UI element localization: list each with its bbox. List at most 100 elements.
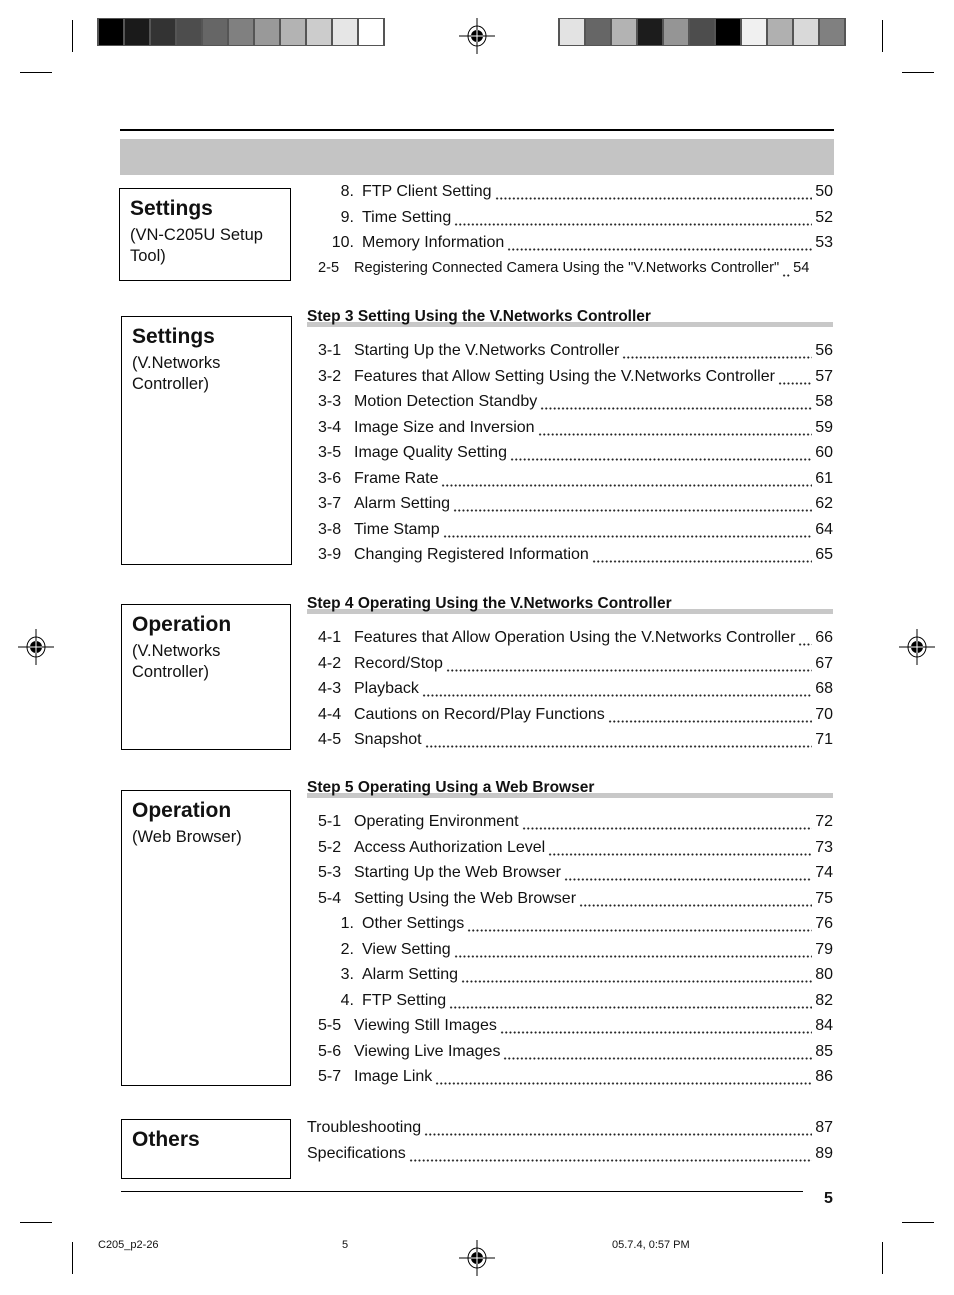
entry-page: 68 [815, 680, 833, 697]
dot-leader [461, 980, 813, 983]
toc-entry[interactable]: 4-5 Snapshot 71 [307, 731, 833, 753]
color-swatch [768, 19, 792, 45]
toc-entry[interactable]: 3-2 Features that Allow Setting Using the… [307, 368, 833, 390]
crop-mark [20, 1222, 52, 1223]
entry-number: 3-5 [318, 444, 342, 461]
entry-title: Specifications [307, 1144, 406, 1162]
toc-entry[interactable]: 3. Alarm Setting 80 [307, 966, 833, 988]
toc-entry[interactable]: 3-4 Image Size and Inversion 59 [307, 419, 833, 441]
entry-page: 84 [815, 1017, 833, 1034]
toc-entry[interactable]: 3-6 Frame Rate 61 [307, 470, 833, 492]
dot-leader [548, 852, 813, 856]
toc-entry[interactable]: 5-6 Viewing Live Images 85 [307, 1043, 833, 1065]
entry-number: 10. [331, 234, 354, 251]
toc-entry[interactable]: 1. Other Settings 76 [307, 915, 833, 937]
toc-entry[interactable]: 8. FTP Client Setting 50 [307, 183, 833, 205]
dot-leader [540, 407, 813, 410]
entry-page: 65 [815, 546, 833, 563]
crop-mark [72, 1242, 73, 1274]
category-subtitle: (V.Networks Controller) [132, 642, 221, 681]
registration-mark-icon [899, 629, 935, 665]
dot-leader [622, 356, 813, 359]
color-swatch [690, 19, 714, 45]
toc-entry[interactable]: 9. Time Setting 52 [307, 209, 833, 231]
category-subtitle: (Web Browser) [132, 828, 242, 846]
dot-leader [579, 903, 813, 907]
crop-mark [882, 1242, 883, 1274]
category-title: Settings [132, 325, 215, 348]
print-page: 5 [342, 1239, 349, 1251]
entry-number: 3-7 [318, 495, 342, 512]
toc-entry[interactable]: 3-1 Starting Up the V.Networks Controller… [307, 342, 833, 364]
toc-entry[interactable]: 3-3 Motion Detection Standby 58 [307, 393, 833, 415]
entry-number: 4-5 [318, 731, 342, 748]
dot-leader [563, 878, 813, 881]
footer-rule [121, 1191, 803, 1192]
dot-leader [435, 1082, 813, 1085]
entry-page: 62 [815, 495, 833, 512]
toc-entry[interactable]: 3-8 Time Stamp 64 [307, 521, 833, 543]
toc-entry[interactable]: 3-9 Changing Registered Information 65 [307, 546, 833, 568]
color-swatch [307, 19, 331, 45]
category-subtitle: (V.Networks Controller) [132, 354, 221, 393]
toc-entry[interactable]: 3-7 Alarm Setting 62 [307, 495, 833, 517]
entry-title: FTP Client Setting [362, 183, 492, 200]
step-heading: Step 3 Setting Using the V.Networks Cont… [307, 308, 833, 334]
entry-number: 5-4 [318, 889, 342, 907]
print-timestamp: 05.7.4, 0:57 PM [612, 1239, 690, 1251]
toc-entry[interactable]: 5-5 Viewing Still Images 84 [307, 1017, 833, 1039]
toc-entry[interactable]: 4-4 Cautions on Record/Play Functions 70 [307, 706, 833, 728]
dot-leader [408, 1158, 813, 1162]
toc-entry[interactable]: 10. Memory Information 53 [307, 234, 833, 256]
entry-title: Viewing Still Images [354, 1017, 497, 1034]
dot-leader [449, 1005, 813, 1009]
dot-leader [591, 560, 813, 563]
dot-leader [507, 248, 813, 251]
toc-entry[interactable]: 5-7 Image Link 86 [307, 1068, 833, 1090]
category-title: Settings [130, 197, 213, 220]
toc-entry[interactable]: 5-3 Starting Up the Web Browser 74 [307, 864, 833, 886]
category-box-operation-controller: Operation (V.Networks Controller) [121, 604, 291, 750]
category-title: Operation [132, 613, 232, 636]
entry-page: 67 [815, 654, 833, 672]
dot-leader [421, 694, 813, 697]
entry-title: Frame Rate [354, 469, 439, 487]
entry-page: 89 [815, 1144, 833, 1162]
toc-entry[interactable]: 4-3 Playback 68 [307, 680, 833, 702]
toc-entry[interactable]: 5-4 Setting Using the Web Browser 75 [307, 890, 833, 912]
entry-title: Registering Connected Camera Using the "… [354, 259, 780, 276]
entry-title: Alarm Setting [354, 495, 451, 512]
step-heading-text: Step 4 Operating Using the V.Networks Co… [307, 595, 672, 612]
entry-page: 50 [815, 183, 833, 200]
color-swatch [151, 19, 175, 45]
toc-entry[interactable]: 5-1 Operating Environment 72 [307, 813, 833, 835]
toc-entry[interactable]: Troubleshooting 87 [307, 1119, 833, 1141]
entry-page: 54 [793, 259, 810, 276]
entry-title: Troubleshooting [307, 1119, 422, 1136]
dot-leader [607, 719, 813, 723]
dot-leader [798, 643, 813, 646]
category-box-others: Others [121, 1119, 291, 1179]
entry-page: 85 [815, 1042, 833, 1060]
entry-title: Snapshot [354, 731, 422, 748]
entry-title: Cautions on Record/Play Functions [354, 705, 605, 723]
toc-entry[interactable]: 5-2 Access Authorization Level 73 [307, 839, 833, 861]
color-swatch [229, 19, 253, 45]
entry-title: Starting Up the Web Browser [354, 864, 561, 881]
toc-entry[interactable]: Specifications 89 [307, 1145, 833, 1167]
toc-entry[interactable]: 3-5 Image Quality Setting 60 [307, 444, 833, 466]
toc-entry[interactable]: 4-2 Record/Stop 67 [307, 655, 833, 677]
toc-entry[interactable]: 2. View Setting 79 [307, 941, 833, 963]
color-swatch [359, 19, 383, 45]
toc-entry[interactable]: 4-1 Features that Allow Operation Using t… [307, 629, 833, 651]
entry-number: 5-5 [318, 1017, 342, 1034]
entry-number: 3-9 [318, 546, 342, 563]
entry-number: 5-1 [318, 813, 342, 830]
entry-title: Features that Allow Setting Using the V.… [354, 367, 775, 385]
entry-number: 4-3 [318, 680, 342, 697]
toc-entry[interactable]: 4. FTP Setting 82 [307, 992, 833, 1014]
toc-entry[interactable]: 2-5 Registering Connected Camera Using th… [307, 260, 833, 282]
entry-title: FTP Setting [362, 991, 447, 1009]
entry-page: 74 [815, 864, 833, 881]
category-subtitle: (VN-C205U Setup Tool) [130, 226, 263, 265]
